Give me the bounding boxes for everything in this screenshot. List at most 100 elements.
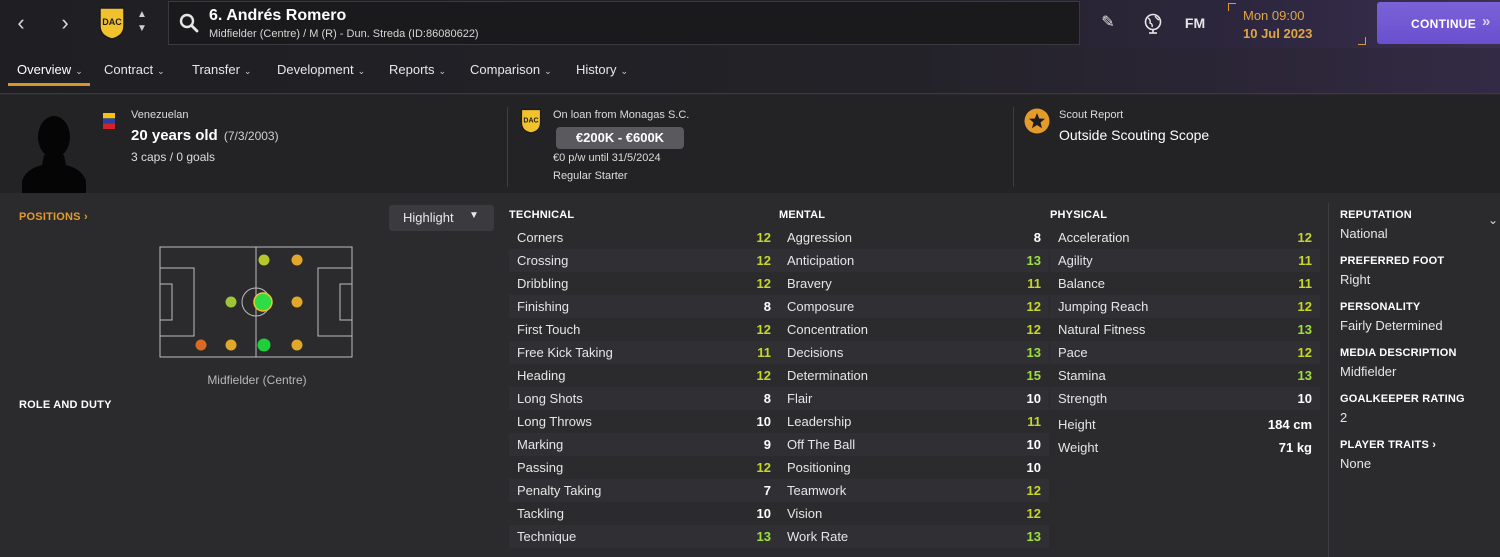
- chevron-down-icon[interactable]: ⌄: [1488, 213, 1498, 227]
- attribute-row[interactable]: Penalty Taking 7: [509, 479, 779, 502]
- player-details-sidebar: ⌄ REPUTATION National PREFERRED FOOT Rig…: [1340, 209, 1500, 485]
- attribute-value: 13: [1297, 322, 1312, 337]
- position-dot: [257, 338, 271, 352]
- up-down-icon[interactable]: ▲ ▼: [136, 8, 148, 38]
- attribute-value: 12: [1026, 322, 1041, 337]
- tab-comparison[interactable]: Comparison ⌄: [470, 62, 552, 77]
- attribute-row[interactable]: Technique 13: [509, 525, 779, 548]
- attribute-row[interactable]: Vision 12: [779, 502, 1049, 525]
- attribute-row[interactable]: Work Rate 13: [779, 525, 1049, 548]
- wage-info: €0 p/w until 31/5/2024: [553, 152, 661, 164]
- attribute-row[interactable]: Corners 12: [509, 226, 779, 249]
- attribute-row[interactable]: Pace 12: [1050, 341, 1320, 364]
- attribute-row[interactable]: Finishing 8: [509, 295, 779, 318]
- attribute-row[interactable]: Marking 9: [509, 433, 779, 456]
- player-name: 6. Andrés Romero: [209, 7, 347, 24]
- top-bar: ‹ › DAC ▲ ▼ 6. Andrés Romero Midfielder (…: [0, 0, 1500, 48]
- scout-report-label: Scout Report: [1059, 109, 1124, 121]
- attribute-row[interactable]: Long Shots 8: [509, 387, 779, 410]
- attribute-name: Determination: [787, 368, 868, 383]
- attribute-row[interactable]: Crossing 12: [509, 249, 779, 272]
- position-pitch[interactable]: [159, 246, 353, 358]
- attribute-row[interactable]: Heading 12: [509, 364, 779, 387]
- tab-contract[interactable]: Contract ⌄: [104, 62, 165, 77]
- attribute-row[interactable]: Leadership 11: [779, 410, 1049, 433]
- positions-link[interactable]: POSITIONS ›: [19, 211, 88, 223]
- height-label: Height: [1058, 417, 1096, 432]
- attribute-row[interactable]: Positioning 10: [779, 456, 1049, 479]
- role-and-duty-header: ROLE AND DUTY: [19, 399, 112, 411]
- player-search-box[interactable]: 6. Andrés Romero Midfielder (Centre) / M…: [168, 1, 1080, 45]
- attribute-row[interactable]: Balance 11: [1050, 272, 1320, 295]
- player-traits-link[interactable]: PLAYER TRAITS ›: [1340, 439, 1500, 451]
- continue-button[interactable]: CONTINUE »: [1377, 2, 1500, 44]
- tab-reports[interactable]: Reports ⌄: [389, 62, 446, 77]
- active-tab-indicator: [8, 83, 90, 86]
- attribute-row[interactable]: Anticipation 13: [779, 249, 1049, 272]
- attribute-row[interactable]: Concentration 12: [779, 318, 1049, 341]
- attribute-row[interactable]: Acceleration 12: [1050, 226, 1320, 249]
- attribute-value: 12: [1297, 345, 1312, 360]
- club-crest-icon[interactable]: DAC: [520, 108, 542, 134]
- attribute-value: 10: [1297, 391, 1312, 406]
- attribute-name: Crossing: [517, 253, 569, 268]
- attribute-value: 11: [1027, 276, 1041, 291]
- search-icon[interactable]: [179, 13, 199, 33]
- attribute-row[interactable]: Bravery 11: [779, 272, 1049, 295]
- player-silhouette-icon[interactable]: [20, 111, 88, 193]
- attribute-row[interactable]: Decisions 13: [779, 341, 1049, 364]
- edit-icon[interactable]: ✎: [1098, 12, 1118, 34]
- back-icon[interactable]: ‹: [8, 10, 34, 36]
- tab-transfer[interactable]: Transfer ⌄: [192, 62, 251, 77]
- attribute-row[interactable]: Dribbling 12: [509, 272, 779, 295]
- attribute-row[interactable]: Free Kick Taking 11: [509, 341, 779, 364]
- attribute-row[interactable]: Long Throws 10: [509, 410, 779, 433]
- scout-report-value[interactable]: Outside Scouting Scope: [1059, 127, 1209, 143]
- personality-header: PERSONALITY: [1340, 301, 1421, 313]
- game-time: Mon 09:00: [1243, 8, 1305, 23]
- attribute-row[interactable]: Stamina 13: [1050, 364, 1320, 387]
- technical-attributes: TECHNICAL Corners 12 Crossing 12 Dribbling 12…: [509, 209, 779, 548]
- tab-overview[interactable]: Overview ⌄: [17, 62, 83, 77]
- tab-history[interactable]: History ⌄: [576, 62, 628, 77]
- globe-icon[interactable]: [1142, 12, 1164, 34]
- highlight-dropdown[interactable]: Highlight ▼: [389, 205, 494, 231]
- player-info-strip: Venezuelan 20 years old (7/3/2003) 3 cap…: [0, 95, 1500, 193]
- transfer-value-badge[interactable]: €200K - €600K: [556, 127, 684, 149]
- attribute-value: 15: [1026, 368, 1041, 383]
- nationality: Venezuelan: [131, 109, 189, 121]
- attribute-value: 10: [756, 506, 771, 521]
- attribute-row[interactable]: Determination 15: [779, 364, 1049, 387]
- attribute-row[interactable]: Composure 12: [779, 295, 1049, 318]
- fm-menu-button[interactable]: FM: [1182, 15, 1208, 37]
- attribute-row[interactable]: Passing 12: [509, 456, 779, 479]
- attribute-name: Free Kick Taking: [517, 345, 613, 360]
- loan-status[interactable]: On loan from Monagas S.C.: [553, 109, 689, 121]
- attribute-row[interactable]: Aggression 8: [779, 226, 1049, 249]
- attribute-value: 11: [1027, 414, 1041, 429]
- attribute-name: Decisions: [787, 345, 844, 360]
- attribute-row[interactable]: Strength 10: [1050, 387, 1320, 410]
- attribute-name: Corners: [517, 230, 564, 245]
- chevron-down-icon: ⌄: [357, 66, 366, 76]
- attribute-row[interactable]: Teamwork 12: [779, 479, 1049, 502]
- attribute-name: Tackling: [517, 506, 564, 521]
- attribute-row[interactable]: Off The Ball 10: [779, 433, 1049, 456]
- attribute-row[interactable]: Jumping Reach 12: [1050, 295, 1320, 318]
- attribute-name: Penalty Taking: [517, 483, 602, 498]
- attribute-value: 12: [1026, 299, 1041, 314]
- attribute-value: 12: [756, 368, 771, 383]
- club-crest-icon[interactable]: DAC: [98, 6, 126, 40]
- forward-icon[interactable]: ›: [52, 10, 78, 36]
- game-date[interactable]: Mon 09:00 10 Jul 2023: [1228, 3, 1366, 45]
- attribute-row[interactable]: Tackling 10: [509, 502, 779, 525]
- attribute-row[interactable]: Flair 10: [779, 387, 1049, 410]
- height-row: Height 184 cm: [1050, 413, 1320, 436]
- attribute-row[interactable]: First Touch 12: [509, 318, 779, 341]
- attribute-row[interactable]: Natural Fitness 13: [1050, 318, 1320, 341]
- international-caps: 3 caps / 0 goals: [131, 150, 216, 164]
- tab-label: Comparison: [470, 62, 541, 77]
- attribute-row[interactable]: Agility 11: [1050, 249, 1320, 272]
- tab-development[interactable]: Development ⌄: [277, 62, 365, 77]
- attribute-value: 10: [1026, 391, 1041, 406]
